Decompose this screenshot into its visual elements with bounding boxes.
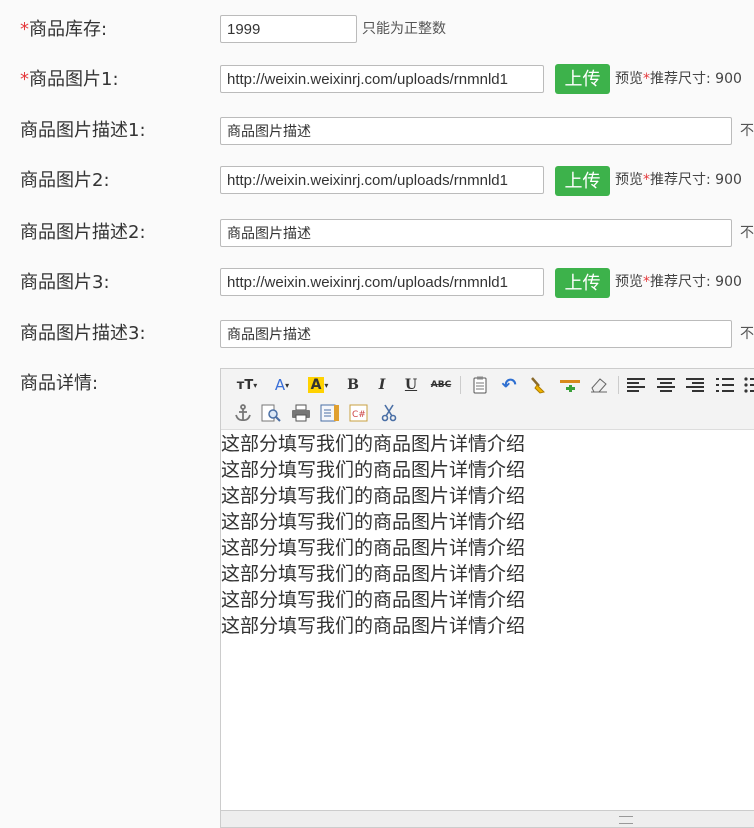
content-line: 这部分填写我们的商品图片详情介绍 bbox=[221, 485, 526, 507]
preview-1: 预览*推荐尺寸: 900 bbox=[615, 71, 742, 87]
desc2-input[interactable] bbox=[220, 219, 732, 247]
content-line: 这部分填写我们的商品图片详情介绍 bbox=[221, 537, 526, 559]
desc3-label: 商品图片描述3: bbox=[20, 323, 146, 344]
image1-label: *商品图片1: bbox=[20, 69, 119, 90]
preview-link-2[interactable]: 预览 bbox=[615, 172, 643, 188]
align-right-icon[interactable] bbox=[684, 374, 706, 396]
editor-toolbar: ᴛT ▾ A ▾ A ▾ B I U ABC ↶ C# bbox=[221, 369, 754, 430]
desc1-label: 商品图片描述1: bbox=[20, 120, 146, 141]
desc3-hint: 不 bbox=[740, 326, 754, 342]
desc1-hint: 不 bbox=[740, 123, 754, 139]
highlight-color-icon[interactable]: A ▾ bbox=[303, 374, 333, 396]
font-size-icon[interactable]: ᴛT ▾ bbox=[233, 374, 261, 396]
toolbar-divider bbox=[460, 376, 461, 394]
underline-icon[interactable]: U bbox=[400, 374, 422, 396]
italic-icon[interactable]: I bbox=[371, 374, 393, 396]
font-color-icon[interactable]: A ▾ bbox=[269, 374, 295, 396]
content-line: 这部分填写我们的商品图片详情介绍 bbox=[221, 459, 526, 481]
print-icon[interactable] bbox=[290, 402, 312, 424]
stock-input[interactable] bbox=[220, 15, 357, 43]
strikethrough-icon[interactable]: ABC bbox=[428, 374, 454, 396]
align-center-icon[interactable] bbox=[655, 374, 677, 396]
preview-3: 预览*推荐尺寸: 900 bbox=[615, 274, 742, 290]
clear-format-brush-icon[interactable] bbox=[527, 374, 549, 396]
rich-text-editor[interactable]: ᴛT ▾ A ▾ A ▾ B I U ABC ↶ C# 这部分填写我们的商品图片… bbox=[220, 368, 754, 828]
bold-icon[interactable]: B bbox=[342, 374, 364, 396]
desc2-label: 商品图片描述2: bbox=[20, 222, 146, 243]
content-line: 这部分填写我们的商品图片详情介绍 bbox=[221, 433, 526, 455]
preview-link-1[interactable]: 预览 bbox=[615, 71, 643, 87]
content-line: 这部分填写我们的商品图片详情介绍 bbox=[221, 511, 526, 533]
content-line: 这部分填写我们的商品图片详情介绍 bbox=[221, 589, 526, 611]
stock-hint: 只能为正整数 bbox=[362, 21, 446, 37]
desc2-hint: 不 bbox=[740, 225, 754, 241]
unordered-list-icon[interactable] bbox=[742, 374, 754, 396]
image3-url-input[interactable] bbox=[220, 268, 544, 296]
desc3-input[interactable] bbox=[220, 320, 732, 348]
content-line: 这部分填写我们的商品图片详情介绍 bbox=[221, 563, 526, 585]
resize-grip-icon[interactable] bbox=[619, 816, 633, 824]
paste-icon[interactable] bbox=[469, 374, 491, 396]
preview-2: 预览*推荐尺寸: 900 bbox=[615, 172, 742, 188]
align-left-icon[interactable] bbox=[625, 374, 647, 396]
image2-label: 商品图片2: bbox=[20, 170, 110, 191]
image3-label: 商品图片3: bbox=[20, 272, 110, 293]
anchor-icon[interactable] bbox=[232, 402, 254, 424]
preview-link-3[interactable]: 预览 bbox=[615, 274, 643, 290]
details-label: 商品详情: bbox=[20, 373, 99, 394]
svg-text:C#: C# bbox=[352, 410, 366, 420]
editor-content[interactable]: 这部分填写我们的商品图片详情介绍 这部分填写我们的商品图片详情介绍 这部分填写我… bbox=[221, 431, 754, 639]
undo-icon[interactable]: ↶ bbox=[498, 374, 520, 396]
upload-button-3[interactable]: 上传 bbox=[555, 268, 610, 298]
cut-icon[interactable] bbox=[378, 402, 400, 424]
upload-button-1[interactable]: 上传 bbox=[555, 64, 610, 94]
desc1-input[interactable] bbox=[220, 117, 732, 145]
editor-resize-bar[interactable] bbox=[221, 810, 754, 827]
upload-button-2[interactable]: 上传 bbox=[555, 166, 610, 196]
toolbar-divider bbox=[618, 376, 619, 394]
image1-url-input[interactable] bbox=[220, 65, 544, 93]
content-line: 这部分填写我们的商品图片详情介绍 bbox=[221, 615, 526, 637]
image2-url-input[interactable] bbox=[220, 166, 544, 194]
eraser-icon[interactable] bbox=[588, 374, 610, 396]
stock-label: *商品库存: bbox=[20, 19, 108, 40]
ordered-list-icon[interactable] bbox=[714, 374, 736, 396]
template-icon[interactable] bbox=[319, 402, 341, 424]
insert-hr-icon[interactable] bbox=[557, 374, 583, 396]
code-icon[interactable]: C# bbox=[348, 402, 370, 424]
preview-page-icon[interactable] bbox=[260, 402, 282, 424]
